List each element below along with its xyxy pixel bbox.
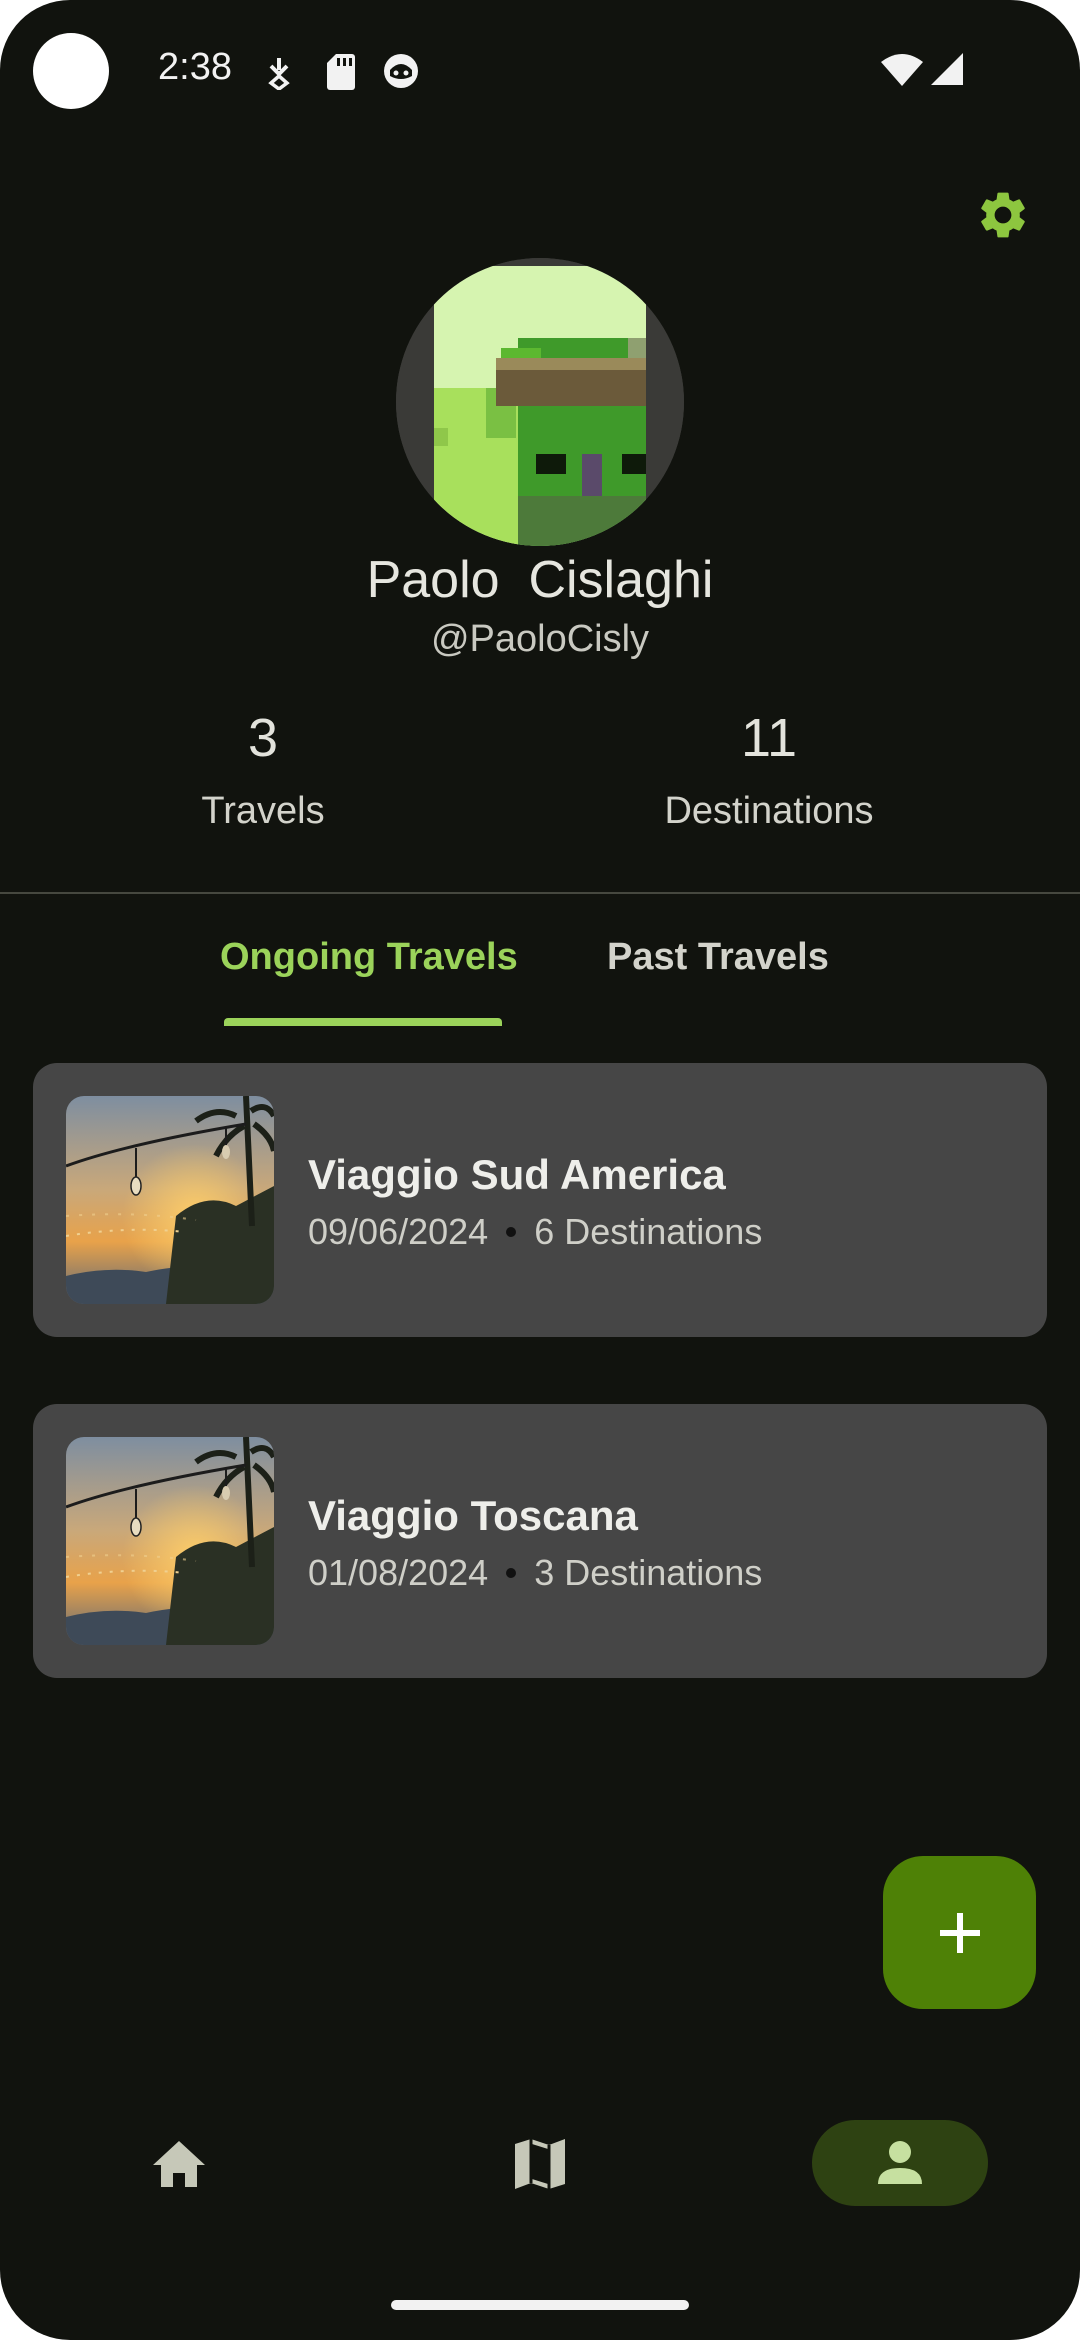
tab-past-travels[interactable]: Past Travels bbox=[607, 936, 829, 979]
home-indicator bbox=[391, 2300, 689, 2310]
stat-destinations: 11 Destinations bbox=[589, 706, 949, 833]
separator-dot bbox=[506, 1227, 517, 1237]
travel-card[interactable]: Viaggio Toscana 01/08/2024 3 Destination… bbox=[33, 1404, 1047, 1678]
stat-travels: 3 Travels bbox=[83, 706, 443, 833]
person-icon bbox=[878, 2141, 922, 2184]
travel-title: Viaggio Toscana bbox=[308, 1492, 638, 1539]
profile-handle: @PaoloCisly bbox=[430, 618, 650, 660]
travel-destinations: 6 Destinations bbox=[534, 1211, 763, 1252]
stat-destinations-label: Destinations bbox=[664, 790, 874, 832]
divider bbox=[0, 892, 1080, 894]
settings-button[interactable] bbox=[970, 182, 1036, 248]
wifi-icon bbox=[881, 54, 923, 86]
separator-dot bbox=[506, 1568, 517, 1578]
tab-indicator bbox=[224, 1018, 502, 1026]
stat-travels-label: Travels bbox=[201, 790, 325, 832]
stat-destinations-value: 11 bbox=[740, 708, 798, 768]
nav-home[interactable] bbox=[99, 2124, 259, 2204]
signal-icon bbox=[931, 53, 963, 85]
travel-thumbnail bbox=[66, 1096, 274, 1304]
travel-destinations: 3 Destinations bbox=[534, 1552, 763, 1593]
nav-map[interactable] bbox=[460, 2124, 620, 2204]
travel-date: 01/08/2024 bbox=[308, 1552, 489, 1593]
stat-travels-value: 3 bbox=[247, 708, 279, 768]
gear-icon bbox=[981, 192, 1025, 238]
tab-ongoing-travels[interactable]: Ongoing Travels bbox=[220, 936, 518, 979]
avatar bbox=[396, 258, 684, 546]
travel-card[interactable]: Viaggio Sud America 09/06/2024 6 Destina… bbox=[33, 1063, 1047, 1337]
phone-screen: 2:38 Paolo Cislaghi @PaoloCisly 3 Travel… bbox=[0, 0, 1080, 2340]
travel-thumbnail bbox=[66, 1437, 274, 1645]
plus-icon bbox=[939, 1912, 980, 1953]
map-icon bbox=[515, 2139, 565, 2189]
sd-card-icon bbox=[327, 54, 355, 90]
camera-cutout bbox=[33, 33, 109, 109]
home-icon bbox=[153, 2141, 205, 2187]
travel-title: Viaggio Sud America bbox=[308, 1151, 726, 1198]
profile-name: Paolo Cislaghi bbox=[366, 551, 714, 609]
add-travel-button[interactable] bbox=[883, 1856, 1036, 2009]
travel-meta: 09/06/2024 6 Destinations bbox=[308, 1211, 762, 1253]
travel-meta: 01/08/2024 3 Destinations bbox=[308, 1552, 762, 1594]
status-bar: 2:38 bbox=[0, 0, 1080, 140]
travel-date: 09/06/2024 bbox=[308, 1211, 489, 1252]
download-icon bbox=[268, 58, 290, 90]
assistant-icon bbox=[384, 54, 418, 88]
nav-profile[interactable] bbox=[812, 2120, 988, 2206]
status-time: 2:38 bbox=[158, 46, 232, 88]
